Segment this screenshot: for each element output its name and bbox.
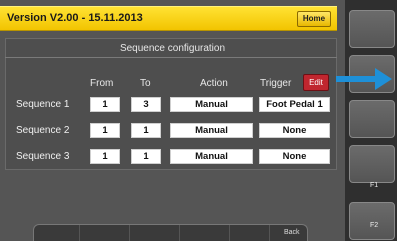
sequence-1-action-field[interactable]: Manual (170, 97, 253, 112)
edit-trigger-button[interactable]: Edit (303, 74, 329, 91)
panel-title: Sequence configuration (119, 43, 226, 54)
side-button-f2[interactable] (349, 202, 395, 240)
sequence-3-label: Sequence 3 (16, 151, 70, 162)
title-divider (5, 57, 337, 58)
sequence-3-action-field[interactable]: Manual (170, 149, 253, 164)
sequence-1-label: Sequence 1 (16, 99, 70, 110)
softkey-divider (179, 225, 180, 241)
column-header-trigger: Trigger (260, 78, 292, 89)
sequence-2-to-field[interactable]: 1 (131, 123, 161, 138)
softkey-divider (229, 225, 230, 241)
back-button[interactable]: Back (284, 229, 300, 236)
side-button-f1-label: F1 (370, 182, 379, 189)
sequence-2-trigger-field[interactable]: None (259, 123, 330, 138)
sequence-1-to-field[interactable]: 3 (131, 97, 161, 112)
sequence-1-trigger-field[interactable]: Foot Pedal 1 (259, 97, 330, 112)
softkey-divider (79, 225, 80, 241)
sequence-3-from-field[interactable]: 1 (90, 149, 120, 164)
home-button[interactable]: Home (297, 11, 331, 27)
softkey-divider (129, 225, 130, 241)
side-button-f1[interactable] (349, 145, 395, 183)
sequence-2-action-field[interactable]: Manual (170, 123, 253, 138)
column-header-from: From (90, 78, 114, 89)
column-header-to: To (140, 78, 151, 89)
softkey-divider (269, 225, 270, 241)
bottom-softkey-bar (33, 224, 308, 241)
callout-arrow-icon (375, 68, 392, 90)
side-button-f2-label: F2 (370, 222, 379, 229)
side-button-3[interactable] (349, 100, 395, 138)
sequence-3-to-field[interactable]: 1 (131, 149, 161, 164)
main-screen: Version V2.00 - 15.11.2013 Home Sequence… (0, 0, 345, 241)
header-bar: Version V2.00 - 15.11.2013 Home (0, 6, 337, 31)
callout-arrow-shaft (336, 76, 376, 82)
side-button-1[interactable] (349, 10, 395, 48)
column-header-action: Action (200, 78, 228, 89)
sequence-2-label: Sequence 2 (16, 125, 70, 136)
sequence-1-from-field[interactable]: 1 (90, 97, 120, 112)
sequence-2-from-field[interactable]: 1 (90, 123, 120, 138)
version-label: Version V2.00 - 15.11.2013 (7, 12, 143, 24)
sequence-3-trigger-field[interactable]: None (259, 149, 330, 164)
